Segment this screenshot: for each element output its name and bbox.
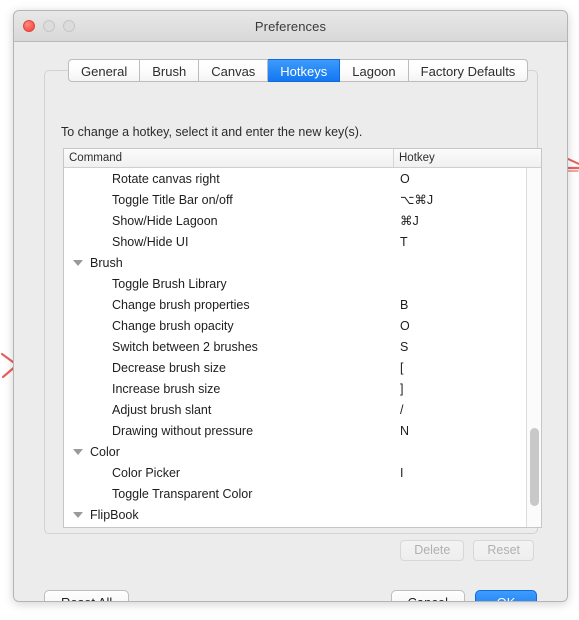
group-label: FlipBook <box>90 507 139 522</box>
command-cell: Toggle Transparent Color <box>112 486 253 501</box>
hotkey-cell: T <box>400 234 408 249</box>
table-row[interactable]: Switch between 2 brushes S <box>64 336 541 357</box>
disclosure-triangle-icon[interactable] <box>73 259 83 266</box>
command-cell: Drawing without pressure <box>112 423 254 438</box>
table-row[interactable]: Increase brush size] <box>64 378 541 399</box>
tab-canvas[interactable]: Canvas <box>199 59 269 82</box>
tab-factory-defaults[interactable]: Factory Defaults <box>408 59 529 82</box>
row-action-buttons: Delete Reset <box>400 540 534 561</box>
table-row[interactable]: Color Picker I <box>64 462 541 483</box>
minimize-button[interactable] <box>43 20 55 32</box>
command-cell: Color <box>64 445 394 459</box>
tab-general[interactable]: General <box>68 59 141 82</box>
command-cell: Change brush opacity <box>112 318 234 333</box>
disclosure-triangle-icon[interactable] <box>73 448 83 455</box>
group-label: Color <box>90 444 120 459</box>
delete-button[interactable]: Delete <box>400 540 465 561</box>
command-cell: Decrease brush size <box>112 360 226 375</box>
maximize-button[interactable] <box>63 20 75 32</box>
table-row[interactable]: Toggle Brush Library <box>64 273 541 294</box>
table-row[interactable]: Decrease brush size [ <box>64 357 541 378</box>
hotkey-cell: [ <box>400 360 404 375</box>
window-body: General Brush Canvas Hotkeys Lagoon Fact… <box>14 42 567 601</box>
command-cell: Toggle Title Bar on/off <box>112 192 233 207</box>
table-row[interactable]: Rotate canvas right O <box>64 168 541 189</box>
disclosure-triangle-icon[interactable] <box>73 511 83 518</box>
reset-all-button[interactable]: Reset All <box>44 590 130 601</box>
window-title: Preferences <box>254 18 327 34</box>
column-header-command[interactable]: Command <box>64 149 394 167</box>
command-cell: Show/Hide Lagoon <box>112 213 218 228</box>
hotkey-cell: B <box>400 297 409 312</box>
reset-button[interactable]: Reset <box>473 540 534 561</box>
table-row[interactable]: Toggle Title Bar on/off ⌥⌘J <box>64 189 541 210</box>
tab-lagoon[interactable]: Lagoon <box>340 59 409 82</box>
command-cell: Toggle Brush Library <box>112 276 227 291</box>
command-cell: Change brush properties <box>112 297 250 312</box>
hotkey-instruction-text: To change a hotkey, select it and enter … <box>61 125 363 139</box>
tab-hotkeys[interactable]: Hotkeys <box>268 59 341 82</box>
hotkey-cell: S <box>400 339 409 354</box>
list-scrollbar[interactable] <box>526 168 541 527</box>
tab-bar: General Brush Canvas Hotkeys Lagoon Fact… <box>68 59 529 82</box>
bottom-right-buttons: Cancel OK <box>390 590 537 601</box>
command-cell: Rotate canvas right <box>112 171 220 186</box>
table-row[interactable]: Adjust brush slant / <box>64 399 541 420</box>
bottom-left-buttons: Reset All <box>44 590 130 601</box>
command-cell: Increase brush size <box>112 381 221 396</box>
hotkey-cell: ] <box>400 381 404 396</box>
hotkey-cell: O <box>400 318 410 333</box>
ok-button[interactable]: OK <box>475 590 537 601</box>
hotkey-cell: ⌥⌘J <box>400 193 434 207</box>
command-cell: FlipBook <box>64 508 394 522</box>
list-group-row[interactable]: Brush <box>64 252 541 273</box>
table-row[interactable]: Toggle Transparent Color <box>64 483 541 504</box>
command-cell: Switch between 2 brushes <box>112 339 258 354</box>
window-controls <box>23 20 75 32</box>
window-titlebar[interactable]: Preferences <box>14 11 567 42</box>
hotkey-cell: ⌘J <box>400 214 419 228</box>
tab-brush[interactable]: Brush <box>140 59 200 82</box>
hotkey-list[interactable]: Command Hotkey Rotate canvas right O Toggl… <box>63 148 542 528</box>
group-label: Brush <box>90 255 123 270</box>
preferences-window: Preferences General Brush Canvas Hotkeys… <box>13 10 568 602</box>
table-row[interactable]: Drawing without pressure N <box>64 420 541 441</box>
table-row[interactable]: Show/Hide Lagoon ⌘J <box>64 210 541 231</box>
list-group-row[interactable]: Color <box>64 441 541 462</box>
command-cell: Show/Hide UI <box>112 234 189 249</box>
hotkey-cell: O <box>400 171 410 186</box>
command-cell: Color Picker <box>112 465 181 480</box>
hotkey-cell: I <box>400 465 404 480</box>
command-cell: Brush <box>64 256 394 270</box>
command-cell: Adjust brush slant <box>112 402 212 417</box>
list-body: Rotate canvas right O Toggle Title Bar on/… <box>64 168 541 527</box>
scrollbar-thumb[interactable] <box>530 428 539 506</box>
table-row[interactable]: Show/Hide UI T <box>64 231 541 252</box>
list-group-row[interactable]: FlipBook <box>64 504 541 525</box>
column-header-hotkey[interactable]: Hotkey <box>394 149 541 167</box>
table-row[interactable]: Change brush opacity O <box>64 315 541 336</box>
hotkey-cell: / <box>400 402 404 417</box>
table-row[interactable]: Change brush properties B <box>64 294 541 315</box>
list-header-row: Command Hotkey <box>64 149 541 168</box>
hotkey-cell: N <box>400 423 410 438</box>
cancel-button[interactable]: Cancel <box>390 590 465 601</box>
close-button[interactable] <box>23 20 35 32</box>
